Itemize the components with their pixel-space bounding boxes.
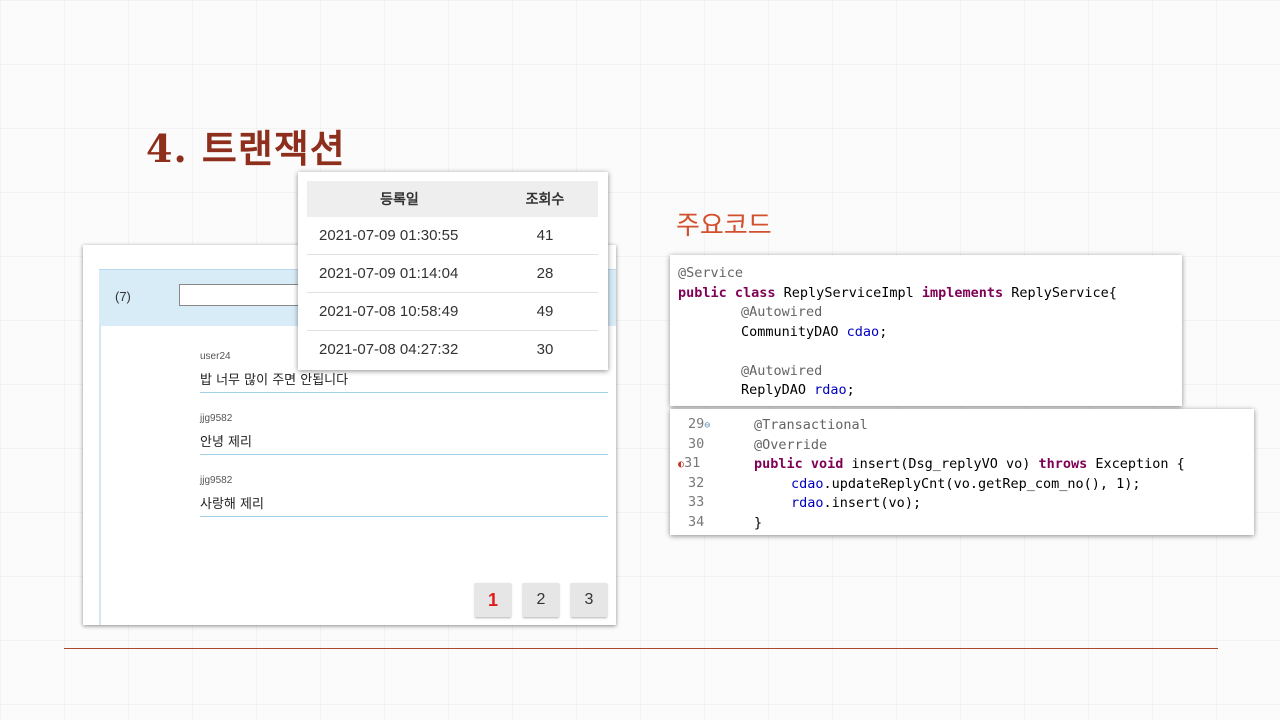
code-text: Exception { — [1087, 456, 1185, 472]
code-text: .getRep_com_no(), 1); — [969, 476, 1141, 492]
code-block-insert: 29⊖ 30 ◐31 32 33 34 @Transactional @Over… — [670, 409, 1254, 535]
fold-icon[interactable]: ⊖ — [704, 420, 710, 431]
table-row: 2021-07-08 10:58:49 49 — [307, 293, 598, 331]
date-table: 등록일 조회수 2021-07-09 01:30:55 41 2021-07-0… — [298, 172, 608, 370]
code-param: vo — [888, 495, 905, 511]
line-number: ◐31 — [678, 455, 718, 471]
cell-views: 30 — [536, 341, 554, 358]
line-number-text: 29 — [688, 416, 705, 432]
code-text: ; — [846, 382, 855, 398]
header-views: 조회수 — [525, 192, 565, 208]
reply-text: 사랑해 제리 — [200, 493, 608, 517]
slide-title: 4. 트랜잭션 — [146, 126, 346, 171]
code-field: cdao — [846, 324, 880, 340]
code-line: public void insert(Dsg_replyVO vo) throw… — [754, 455, 1185, 475]
code-block-service: @Service public class ReplyServiceImpl i… — [670, 255, 1182, 406]
reply-text: 밥 너무 많이 주면 안됩니다 — [200, 369, 608, 393]
table-row: 2021-07-09 01:30:55 41 — [307, 217, 598, 255]
cell-views: 28 — [536, 265, 554, 282]
reply-count: (7) — [115, 289, 131, 304]
header-date: 등록일 — [380, 192, 419, 208]
code-keyword: implements — [921, 285, 1004, 301]
slide-subtitle: 주요코드 — [676, 211, 772, 241]
code-text: ); — [904, 495, 922, 511]
code-line: public class ReplyServiceImpl implements… — [678, 284, 1117, 304]
line-number: 34 — [688, 514, 705, 530]
code-line: @Autowired — [741, 363, 823, 379]
reply-user: jjg9582 — [200, 413, 233, 424]
cell-views: 49 — [536, 303, 554, 320]
table-row: 2021-07-09 01:14:04 28 — [307, 255, 598, 293]
pagination: 1 2 3 — [475, 583, 607, 617]
reply-text: 안녕 제리 — [200, 431, 608, 455]
code-line: } — [754, 515, 763, 531]
line-number: 29⊖ — [688, 416, 728, 432]
bottom-divider — [64, 648, 1218, 649]
reply-item: jjg9582 사랑해 제리 — [200, 475, 608, 517]
page-button-1[interactable]: 1 — [475, 583, 511, 617]
cell-date: 2021-07-08 04:27:32 — [319, 341, 459, 358]
cell-date: 2021-07-09 01:30:55 — [319, 227, 459, 244]
code-line: @Autowired — [741, 304, 823, 320]
page-button-2[interactable]: 2 — [523, 583, 559, 617]
code-line: rdao.insert(vo); — [791, 494, 921, 514]
page-button-3[interactable]: 3 — [571, 583, 607, 617]
cell-date: 2021-07-09 01:14:04 — [319, 265, 459, 282]
code-line: CommunityDAO cdao; — [741, 323, 887, 343]
line-number: 33 — [688, 494, 705, 510]
table-row: 2021-07-08 04:27:32 30 — [307, 331, 598, 368]
code-field: rdao — [814, 382, 847, 398]
code-line: @Transactional — [754, 417, 868, 433]
code-text: ) — [1022, 456, 1039, 472]
cell-views: 41 — [536, 227, 554, 244]
code-text: ReplyDAO — [741, 382, 815, 398]
code-field: cdao — [791, 476, 824, 492]
line-number-text: 31 — [684, 455, 701, 471]
code-text: ReplyServiceImpl — [775, 285, 922, 301]
line-number: 32 — [688, 475, 705, 491]
reply-divider — [99, 325, 101, 625]
code-keyword: public class — [678, 285, 776, 301]
code-keyword: public void — [754, 456, 844, 472]
code-text: .updateReplyCnt( — [823, 476, 954, 492]
code-param: vo — [953, 476, 970, 492]
cell-date: 2021-07-08 10:58:49 — [319, 303, 459, 320]
code-text: ; — [879, 324, 888, 340]
line-number: 30 — [688, 436, 705, 452]
code-text: CommunityDAO — [741, 324, 847, 340]
code-keyword: throws — [1038, 456, 1088, 472]
reply-item: jjg9582 안녕 제리 — [200, 413, 608, 455]
code-text: ReplyService{ — [1003, 285, 1117, 301]
code-field: rdao — [791, 495, 824, 511]
code-param: vo — [1005, 456, 1023, 472]
code-text: insert(Dsg_replyVO — [843, 456, 1006, 472]
table-header: 등록일 조회수 — [307, 181, 598, 217]
code-text: .insert( — [823, 495, 889, 511]
code-line: @Override — [754, 437, 828, 453]
code-line: @Service — [678, 265, 744, 281]
code-line: ReplyDAO rdao; — [741, 381, 855, 401]
code-line: cdao.updateReplyCnt(vo.getRep_com_no(), … — [791, 475, 1141, 495]
reply-user: jjg9582 — [200, 475, 233, 486]
